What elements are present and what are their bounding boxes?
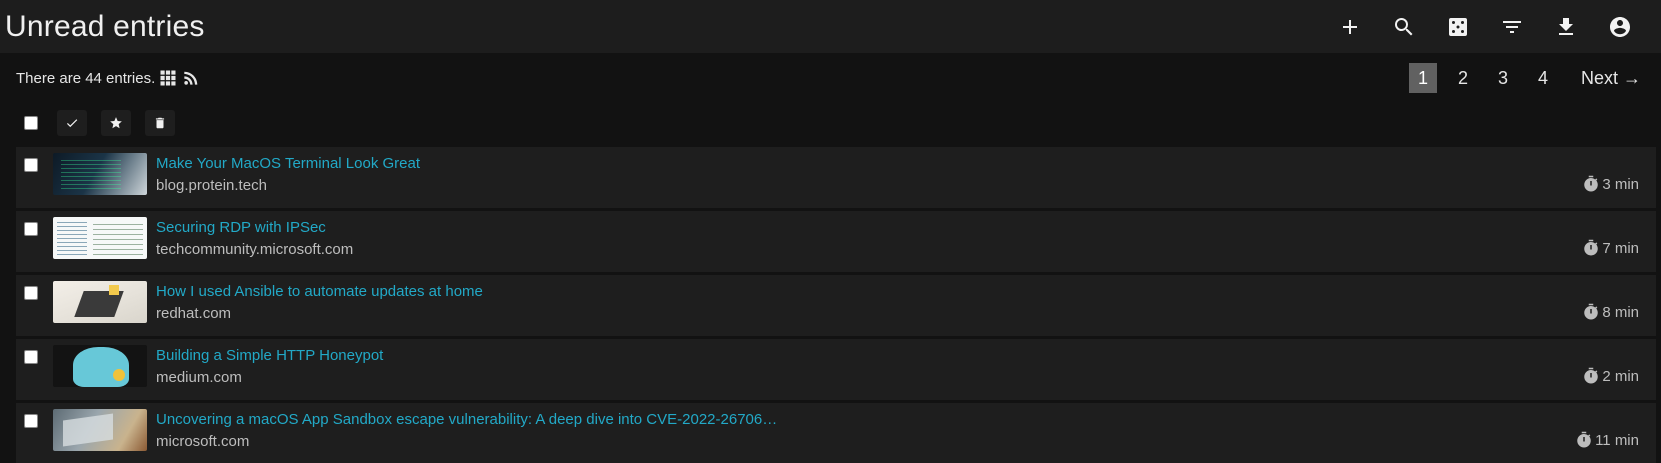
entry-text: Make Your MacOS Terminal Look Great blog… xyxy=(156,154,420,196)
search-button[interactable] xyxy=(1377,0,1431,53)
toolbar-actions xyxy=(1323,0,1647,53)
entry-text: Building a Simple HTTP Honeypot medium.c… xyxy=(156,346,383,388)
dice-icon xyxy=(1449,17,1467,36)
download-icon xyxy=(1559,17,1573,35)
export-button[interactable] xyxy=(1539,0,1593,53)
reading-time: 2 min xyxy=(1582,367,1639,385)
trash-icon xyxy=(155,117,165,129)
page-1-link[interactable]: 1 xyxy=(1408,63,1437,93)
page-4-link[interactable]: 4 xyxy=(1529,63,1557,93)
mark-read-button[interactable] xyxy=(57,110,87,136)
entry-text: Securing RDP with IPSec techcommunity.mi… xyxy=(156,218,353,260)
entry-thumbnail[interactable] xyxy=(53,217,147,259)
rss-feed-icon[interactable] xyxy=(181,68,201,88)
entries-count-text: There are 44 entries. xyxy=(16,69,156,87)
star-icon xyxy=(110,117,122,129)
entry-title-link[interactable]: Make Your MacOS Terminal Look Great xyxy=(156,154,420,173)
entry-domain: microsoft.com xyxy=(156,433,250,450)
select-all-checkbox[interactable] xyxy=(24,116,38,130)
entry-thumbnail[interactable] xyxy=(53,153,147,195)
timer-icon xyxy=(1584,175,1599,192)
entry-row: How I used Ansible to automate updates a… xyxy=(16,275,1656,336)
page-3-link[interactable]: 3 xyxy=(1489,63,1517,93)
next-page-link[interactable]: Next → xyxy=(1577,63,1645,93)
reading-time-text: 8 min xyxy=(1602,303,1639,321)
entry-checkbox[interactable] xyxy=(24,350,38,364)
reading-time: 3 min xyxy=(1582,175,1639,193)
entry-domain: techcommunity.microsoft.com xyxy=(156,241,354,258)
entry-title-link[interactable]: Building a Simple HTTP Honeypot xyxy=(156,346,383,365)
page-2-link[interactable]: 2 xyxy=(1449,63,1477,93)
mark-read-icon xyxy=(66,119,78,128)
entry-domain: redhat.com xyxy=(156,305,232,322)
entries-count: There are 44 entries. xyxy=(16,68,201,88)
delete-button[interactable] xyxy=(145,110,175,136)
entry-row: Securing RDP with IPSec techcommunity.mi… xyxy=(16,211,1656,272)
entry-thumbnail[interactable] xyxy=(53,409,147,451)
reading-time: 7 min xyxy=(1582,239,1639,257)
entry-domain: blog.protein.tech xyxy=(156,177,267,194)
entry-checkbox[interactable] xyxy=(24,286,38,300)
entry-row: Building a Simple HTTP Honeypot medium.c… xyxy=(16,339,1656,400)
entry-title-link[interactable]: Uncovering a macOS App Sandbox escape vu… xyxy=(156,410,777,429)
plus-icon xyxy=(1343,19,1357,34)
bulk-actions xyxy=(0,103,1661,143)
timer-icon xyxy=(1584,367,1599,384)
entry-text: How I used Ansible to automate updates a… xyxy=(156,282,483,324)
entries-info-row: There are 44 entries. 1 2 3 4 Next → xyxy=(0,53,1661,103)
entry-text: Uncovering a macOS App Sandbox escape vu… xyxy=(156,410,777,452)
entry-row: Uncovering a macOS App Sandbox escape vu… xyxy=(16,403,1656,463)
random-entry-button[interactable] xyxy=(1431,0,1485,53)
entry-checkbox[interactable] xyxy=(24,222,38,236)
add-button[interactable] xyxy=(1323,0,1377,53)
account-button[interactable] xyxy=(1593,0,1647,53)
reading-time-text: 2 min xyxy=(1602,367,1639,385)
filter-button[interactable] xyxy=(1485,0,1539,53)
entry-row: Make Your MacOS Terminal Look Great blog… xyxy=(16,147,1656,208)
search-icon xyxy=(1395,17,1413,35)
timer-icon xyxy=(1584,239,1599,256)
entry-thumbnail[interactable] xyxy=(53,345,147,387)
pagination: 1 2 3 4 Next → xyxy=(1397,63,1645,93)
account-icon xyxy=(1610,16,1630,37)
top-app-bar: Unread entries xyxy=(0,0,1661,53)
reading-time-text: 11 min xyxy=(1595,431,1639,449)
reading-time: 11 min xyxy=(1575,431,1639,449)
entry-title-link[interactable]: Securing RDP with IPSec xyxy=(156,218,353,237)
entry-title-link[interactable]: How I used Ansible to automate updates a… xyxy=(156,282,483,301)
entry-checkbox[interactable] xyxy=(24,158,38,172)
reading-time-text: 7 min xyxy=(1602,239,1639,257)
page-title: Unread entries xyxy=(5,9,205,43)
reading-time: 8 min xyxy=(1582,303,1639,321)
entry-thumbnail[interactable] xyxy=(53,281,147,323)
entries-list: Make Your MacOS Terminal Look Great blog… xyxy=(0,147,1661,463)
entry-checkbox[interactable] xyxy=(24,414,38,428)
timer-icon xyxy=(1577,431,1591,448)
filter-icon xyxy=(1503,20,1521,33)
entry-domain: medium.com xyxy=(156,369,242,386)
reading-time-text: 3 min xyxy=(1602,175,1639,193)
timer-icon xyxy=(1584,303,1599,320)
star-button[interactable] xyxy=(101,110,131,136)
grid-view-icon[interactable] xyxy=(158,68,178,88)
